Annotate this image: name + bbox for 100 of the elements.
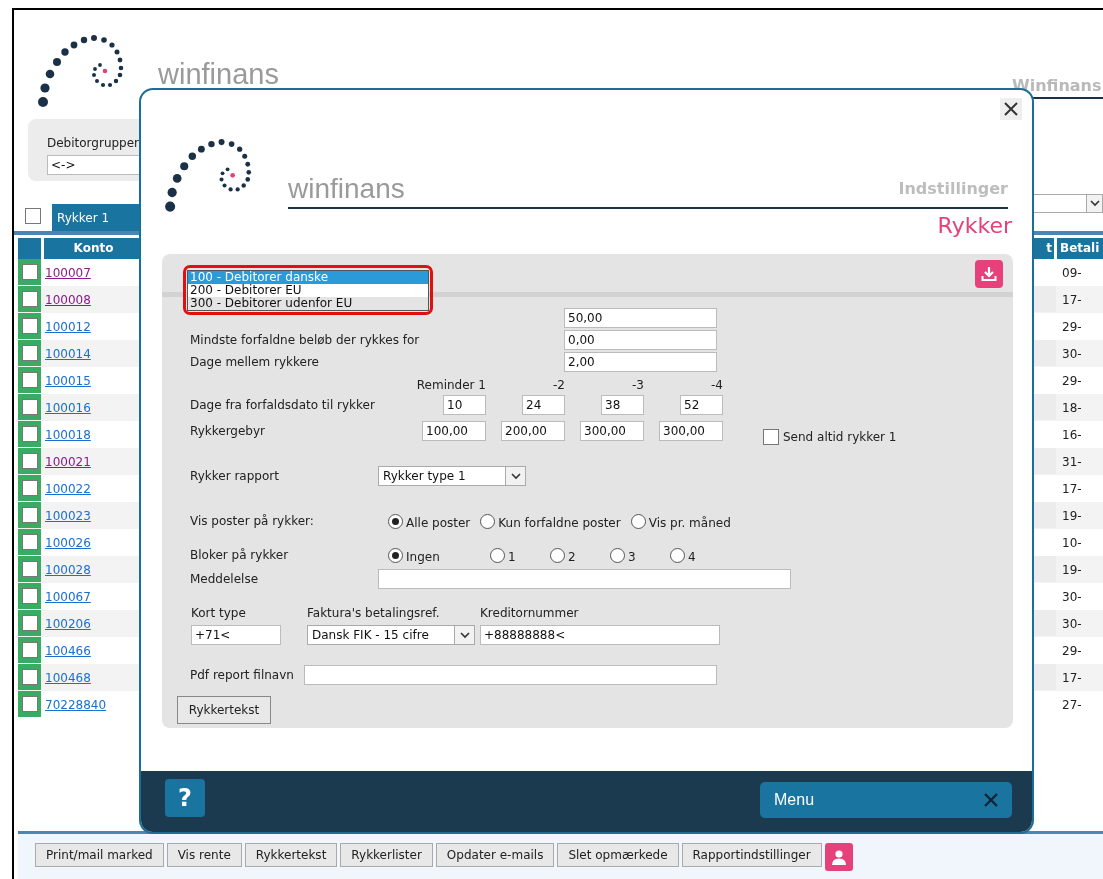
checkbox[interactable]: [21, 372, 38, 388]
account-link[interactable]: 100007: [45, 263, 91, 282]
radio-button[interactable]: [490, 547, 505, 563]
toolbar-button[interactable]: Opdater e-mails: [435, 843, 555, 867]
help-button[interactable]: ?: [165, 779, 205, 817]
account-link[interactable]: 100206: [45, 614, 91, 633]
field-label: Kort type: [191, 605, 247, 622]
download-button[interactable]: [975, 260, 1003, 288]
checkbox[interactable]: [21, 399, 38, 415]
radio-button[interactable]: [610, 547, 625, 563]
group-list[interactable]: 100 - Debitorer danske 200 - Debitorer EU 300 - Debitorer udenfor EU: [187, 270, 429, 311]
tab[interactable]: Rykker 1: [52, 204, 140, 231]
toolbar-button[interactable]: Rapportindstillinger: [681, 843, 822, 867]
table-cell-text: 29-: [1061, 372, 1083, 390]
input-field[interactable]: [378, 569, 791, 589]
close-icon: [1004, 102, 1018, 116]
download-icon: [981, 266, 997, 282]
checkbox[interactable]: [21, 507, 38, 523]
input-field[interactable]: 52: [680, 395, 723, 415]
checkbox[interactable]: [763, 429, 779, 445]
checkbox[interactable]: [21, 696, 38, 712]
radio-button[interactable]: [550, 547, 565, 563]
field-label: Meddelelse: [190, 571, 260, 588]
dropdown[interactable]: Dansk FIK - 15 cifre: [307, 625, 475, 645]
account-link[interactable]: 100023: [45, 506, 91, 525]
caret-icon: [510, 472, 521, 480]
checkbox[interactable]: [21, 642, 38, 658]
input-field[interactable]: [304, 665, 717, 685]
checkbox[interactable]: [21, 291, 38, 307]
input-field[interactable]: +88888888<: [480, 625, 720, 645]
account-link[interactable]: 100028: [45, 560, 91, 579]
input-field[interactable]: 24: [522, 395, 565, 415]
column-header: -4: [710, 377, 723, 394]
table-cell-text: 17-: [1061, 480, 1083, 498]
checkbox[interactable]: [21, 561, 38, 577]
input-field[interactable]: 50,00: [564, 308, 717, 328]
account-link[interactable]: 100468: [45, 668, 91, 687]
input-field[interactable]: 10: [443, 395, 486, 415]
table-cell-text: 17-: [1061, 291, 1083, 309]
radio-label: 4: [688, 549, 696, 566]
field-label: Bloker på rykker: [190, 547, 290, 564]
toolbar-button[interactable]: Slet opmærkede: [557, 843, 679, 867]
checkbox[interactable]: [21, 615, 38, 631]
checkbox[interactable]: [25, 208, 41, 224]
input-field[interactable]: 100,00: [422, 421, 486, 441]
radio-button[interactable]: [670, 547, 685, 563]
radio-label: Alle poster: [406, 515, 471, 532]
field-label: Rykkergebyr: [190, 423, 266, 440]
checkbox[interactable]: [21, 453, 38, 469]
list-item[interactable]: 300 - Debitorer udenfor EU: [188, 297, 428, 310]
table-cell-text: 30-: [1061, 345, 1083, 363]
input-field[interactable]: 38: [601, 395, 644, 415]
close-icon: [984, 793, 998, 807]
radio-label: Kun forfaldne poster: [498, 515, 621, 532]
checkbox[interactable]: [21, 480, 38, 496]
close-button[interactable]: [1000, 98, 1022, 120]
toolbar-button[interactable]: Rykkerlister: [340, 843, 433, 867]
caret-icon: [459, 631, 470, 639]
table-cell-text: 31-: [1061, 453, 1083, 471]
account-link[interactable]: 100022: [45, 479, 91, 498]
account-link[interactable]: 100021: [45, 452, 91, 471]
toolbar-button[interactable]: Vis rente: [166, 843, 242, 867]
account-link[interactable]: 100018: [45, 425, 91, 444]
account-link[interactable]: 100026: [45, 533, 91, 552]
account-link[interactable]: 100014: [45, 344, 91, 363]
input-field[interactable]: 0,00: [564, 330, 717, 350]
account-link[interactable]: 100466: [45, 641, 91, 660]
radio-button[interactable]: [388, 547, 403, 563]
user-button[interactable]: [824, 843, 853, 871]
radio-button[interactable]: [480, 513, 496, 529]
input-field[interactable]: 300,00: [659, 421, 723, 441]
filter-label: Debitorgrupper: [47, 135, 141, 152]
input-field[interactable]: 300,00: [580, 421, 644, 441]
account-link[interactable]: 70228840: [45, 695, 107, 714]
table-cell-text: 18-: [1061, 399, 1083, 417]
radio-button[interactable]: [388, 513, 403, 529]
rykkertekst-button[interactable]: Rykkertekst: [177, 696, 271, 724]
checkbox[interactable]: [21, 318, 38, 334]
table-cell-text: 10-: [1061, 534, 1083, 552]
account-link[interactable]: 100012: [45, 317, 91, 336]
input-field[interactable]: +71<: [191, 625, 281, 645]
toolbar-button[interactable]: Rykkertekst: [244, 843, 338, 867]
account-link[interactable]: 100015: [45, 371, 91, 390]
dropdown[interactable]: Rykker type 1: [378, 466, 526, 486]
radio-button[interactable]: [630, 513, 646, 529]
checkbox[interactable]: [21, 669, 38, 685]
checkbox[interactable]: [21, 534, 38, 550]
checkbox[interactable]: [21, 264, 38, 280]
checkbox[interactable]: [21, 588, 38, 604]
toolbar-button[interactable]: Print/mail marked: [35, 843, 164, 867]
input-field[interactable]: 200,00: [501, 421, 565, 441]
menu-bar[interactable]: Menu: [760, 782, 1012, 818]
dialog-title: Rykker: [937, 212, 1012, 240]
checkbox[interactable]: [21, 426, 38, 442]
checkbox[interactable]: [21, 345, 38, 361]
input-field[interactable]: 2,00: [564, 352, 717, 372]
column-header: Betali: [1057, 238, 1103, 259]
account-link[interactable]: 100067: [45, 587, 91, 606]
account-link[interactable]: 100016: [45, 398, 91, 417]
account-link[interactable]: 100008: [45, 290, 91, 309]
